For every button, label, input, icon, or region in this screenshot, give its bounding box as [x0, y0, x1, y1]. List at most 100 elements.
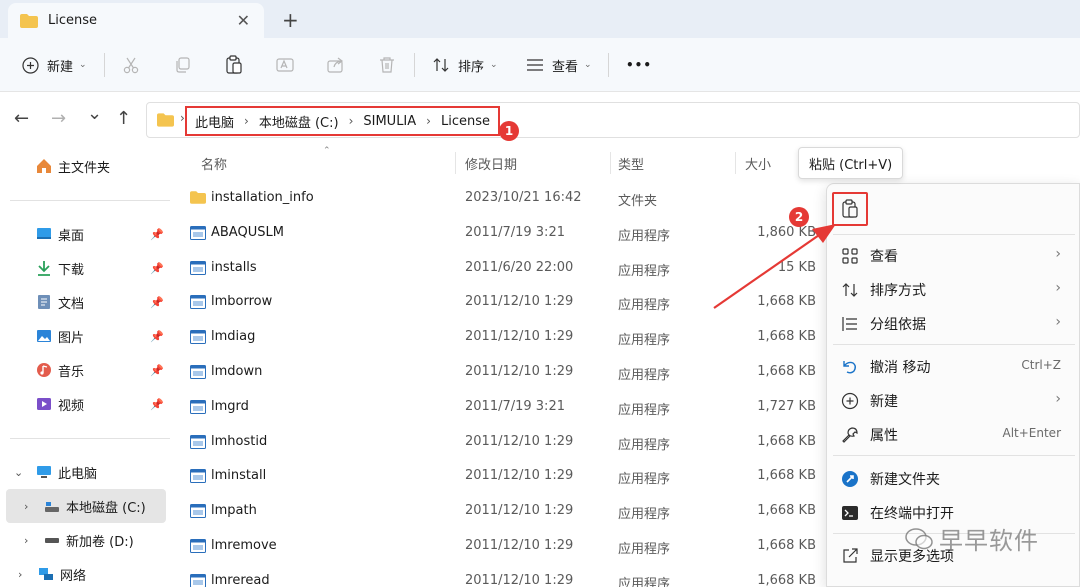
column-divider[interactable]	[610, 152, 611, 174]
back-arrow-icon[interactable]: ←	[14, 108, 29, 129]
column-header-name[interactable]: 名称	[201, 148, 227, 178]
file-type: 应用程序	[618, 507, 671, 523]
file-type: 应用程序	[618, 333, 671, 349]
address-bar[interactable]: › 此电脑 › 本地磁盘 (C:) › SIMULIA › License	[146, 102, 1080, 138]
recent-locations-icon[interactable]: ⌄	[87, 103, 102, 124]
chevron-down-icon: ⌄	[584, 60, 592, 70]
table-row[interactable]: lmreread 2011/12/10 1:29 应用程序 1,668 KB	[180, 564, 830, 587]
pin-icon[interactable]: 📌	[150, 296, 164, 309]
table-row[interactable]: lmpath 2011/12/10 1:29 应用程序 1,668 KB	[180, 494, 830, 528]
column-header-size[interactable]: 大小	[745, 148, 771, 178]
forward-arrow-icon[interactable]: →	[51, 108, 66, 129]
column-header-type[interactable]: 类型	[618, 148, 644, 178]
view-button[interactable]: 查看 ⌄	[526, 38, 592, 92]
file-size: 1,668 KB	[757, 294, 816, 310]
breadcrumb-license[interactable]: License	[441, 114, 490, 129]
file-size: 1,668 KB	[757, 572, 816, 587]
sidebar-item-local-disk[interactable]: › 本地磁盘 (C:)	[6, 489, 166, 523]
menu-item-properties[interactable]: 属性 Alt+Enter	[827, 417, 1080, 451]
menu-item-undo[interactable]: 撤消 移动 Ctrl+Z	[827, 349, 1080, 383]
chevron-right-icon[interactable]: ›	[24, 500, 28, 513]
shortcut-label: Ctrl+Z	[1021, 358, 1061, 372]
new-tab-button[interactable]: +	[282, 8, 299, 32]
grid-icon	[842, 248, 858, 264]
file-size: 1,668 KB	[757, 503, 816, 519]
file-type: 应用程序	[618, 437, 671, 453]
file-name: lmdiag	[211, 329, 256, 345]
sidebar-item-new-volume[interactable]: › 新加卷 (D:)	[0, 523, 178, 557]
new-button-label: 新建	[47, 59, 74, 75]
tab-license[interactable]: License ✕	[8, 3, 264, 38]
share-button[interactable]	[327, 38, 345, 92]
table-row[interactable]: installs 2011/6/20 22:00 应用程序 15 KB	[180, 251, 830, 285]
pin-icon[interactable]: 📌	[150, 262, 164, 275]
application-icon	[190, 225, 206, 240]
folder-icon	[157, 113, 174, 127]
more-options-button[interactable]: •••	[626, 38, 652, 92]
pin-icon[interactable]: 📌	[150, 364, 164, 377]
menu-item-label: 新建	[870, 394, 898, 410]
sidebar-item-downloads[interactable]: 下载 📌	[0, 251, 178, 285]
rename-button[interactable]	[276, 38, 294, 92]
menu-item-group-by[interactable]: 分组依据 ›	[827, 306, 1080, 340]
column-divider[interactable]	[455, 152, 456, 174]
paste-button[interactable]	[225, 38, 243, 92]
sidebar-item-documents[interactable]: 文档 📌	[0, 285, 178, 319]
chevron-right-icon[interactable]: ›	[24, 534, 28, 547]
sidebar-item-pictures[interactable]: 图片 📌	[0, 319, 178, 353]
chevron-right-icon: ›	[426, 114, 431, 128]
new-button[interactable]: 新建 ⌄	[22, 38, 87, 92]
sidebar-item-this-pc[interactable]: ⌄ 此电脑	[0, 455, 178, 489]
sidebar-item-label: 视频	[58, 398, 85, 414]
table-row[interactable]: lmhostid 2011/12/10 1:29 应用程序 1,668 KB	[180, 425, 830, 459]
menu-item-label: 查看	[870, 249, 898, 265]
menu-item-new[interactable]: 新建 ›	[827, 383, 1080, 417]
table-row[interactable]: ABAQUSLM 2011/7/19 3:21 应用程序 1,860 KB	[180, 216, 830, 250]
sidebar-item-desktop[interactable]: 桌面 📌	[0, 217, 178, 251]
table-row[interactable]: installation_info 2023/10/21 16:42 文件夹	[180, 181, 830, 215]
sidebar-item-videos[interactable]: 视频 📌	[0, 387, 178, 421]
breadcrumb-local-disk[interactable]: 本地磁盘 (C:)	[259, 112, 339, 131]
breadcrumb-this-pc[interactable]: 此电脑	[195, 112, 234, 131]
pin-icon[interactable]: 📌	[150, 228, 164, 241]
sidebar-item-network[interactable]: › 网络	[0, 557, 178, 587]
menu-divider	[833, 344, 1075, 345]
table-row[interactable]: lminstall 2011/12/10 1:29 应用程序 1,668 KB	[180, 459, 830, 493]
file-type: 应用程序	[618, 542, 671, 557]
delete-button[interactable]	[378, 38, 396, 92]
pin-icon[interactable]: 📌	[150, 330, 164, 343]
up-arrow-icon[interactable]: ↑	[116, 108, 131, 129]
drive-icon	[45, 502, 59, 512]
sidebar-item-home[interactable]: 主文件夹	[0, 149, 178, 183]
sidebar-item-label: 此电脑	[58, 466, 98, 482]
table-row[interactable]: lmborrow 2011/12/10 1:29 应用程序 1,668 KB	[180, 285, 830, 319]
menu-item-new-folder[interactable]: 新建文件夹	[827, 461, 1080, 495]
address-row: ← → ⌄ ↑ › 此电脑 › 本地磁盘 (C:) › SIMULIA › Li…	[0, 92, 1080, 148]
table-row[interactable]: lmdiag 2011/12/10 1:29 应用程序 1,668 KB	[180, 320, 830, 354]
menu-item-view[interactable]: 查看 ›	[827, 238, 1080, 272]
pin-icon[interactable]: 📌	[150, 398, 164, 411]
table-row[interactable]: lmremove 2011/12/10 1:29 应用程序 1,668 KB	[180, 529, 830, 563]
wrench-icon	[842, 427, 858, 443]
sidebar-item-label: 文档	[58, 296, 85, 312]
table-row[interactable]: lmgrd 2011/7/19 3:21 应用程序 1,727 KB	[180, 390, 830, 424]
column-divider[interactable]	[735, 152, 736, 174]
tab-close-icon[interactable]: ✕	[237, 11, 250, 30]
table-row[interactable]: lmdown 2011/12/10 1:29 应用程序 1,668 KB	[180, 355, 830, 389]
copy-button[interactable]	[174, 38, 192, 92]
chevron-right-icon: ›	[1055, 391, 1061, 407]
chevron-down-icon[interactable]: ⌄	[14, 466, 23, 479]
file-modified: 2011/12/10 1:29	[465, 329, 574, 345]
paste-menu-button[interactable]	[832, 192, 868, 226]
breadcrumb-simulia[interactable]: SIMULIA	[363, 114, 416, 129]
menu-item-sort-by[interactable]: 排序方式 ›	[827, 272, 1080, 306]
menu-item-label: 在终端中打开	[870, 506, 954, 522]
column-header-modified[interactable]: 修改日期	[465, 148, 517, 178]
sort-button[interactable]: 排序 ⌄	[432, 38, 498, 92]
network-icon	[39, 568, 53, 580]
cut-button[interactable]	[122, 38, 140, 92]
sidebar-item-music[interactable]: 音乐 📌	[0, 353, 178, 387]
file-name: lmgrd	[211, 398, 249, 414]
chevron-right-icon[interactable]: ›	[18, 568, 22, 581]
list-view-icon	[527, 59, 543, 71]
